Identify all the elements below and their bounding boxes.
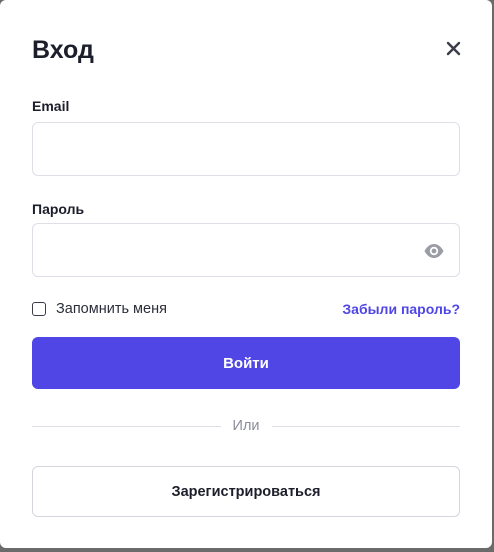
- login-modal: Вход Email Пароль Запомнить меня Забыли …: [0, 0, 492, 548]
- remember-me-label: Запомнить меня: [56, 301, 167, 317]
- login-button[interactable]: Войти: [32, 337, 460, 389]
- checkbox-box[interactable]: [32, 302, 46, 316]
- email-label: Email: [32, 98, 70, 114]
- register-button[interactable]: Зарегистрироваться: [32, 466, 460, 517]
- divider-line-left: [32, 425, 221, 427]
- password-field[interactable]: [33, 224, 459, 276]
- modal-title: Вход: [32, 36, 94, 64]
- forgot-password-link[interactable]: Забыли пароль?: [342, 299, 460, 319]
- close-icon: [446, 41, 461, 56]
- or-divider: Или: [32, 416, 461, 436]
- password-field-wrapper: [32, 223, 460, 277]
- remember-me-checkbox[interactable]: Запомнить меня: [32, 299, 167, 319]
- password-label: Пароль: [32, 201, 85, 217]
- divider-line-right: [271, 425, 461, 427]
- email-field[interactable]: [33, 123, 459, 175]
- eye-icon: [424, 244, 444, 258]
- close-button[interactable]: [440, 36, 466, 62]
- divider-label: Или: [232, 418, 260, 434]
- email-field-wrapper: [32, 122, 460, 176]
- toggle-password-visibility[interactable]: [423, 241, 445, 261]
